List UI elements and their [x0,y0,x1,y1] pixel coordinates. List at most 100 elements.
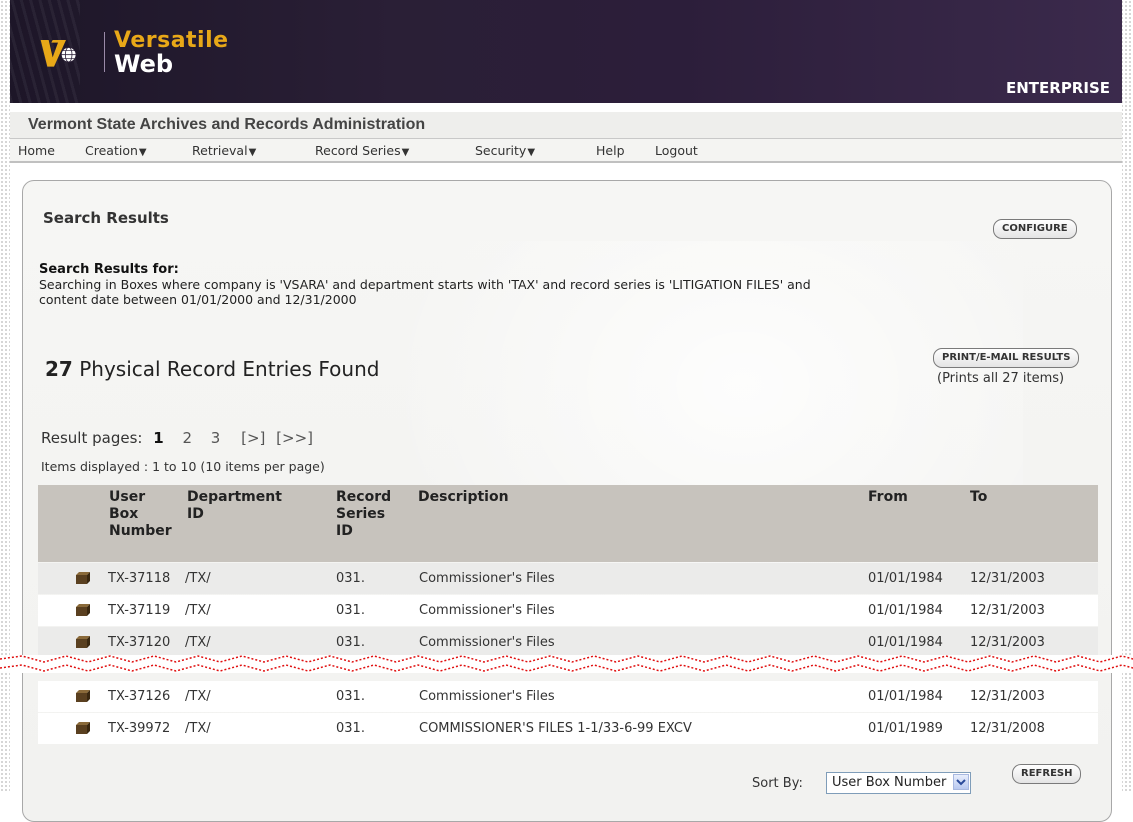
nav-security-label: Security [475,143,527,158]
nav-retrieval[interactable]: Retrieval▼ [192,143,256,158]
cell-dept: /TX/ [185,635,211,650]
col-series-l1: Record [336,489,392,505]
configure-button[interactable]: CONFIGURE [993,219,1077,239]
nav-help-label: Help [596,143,625,158]
chevron-down-icon: ▼ [527,147,536,158]
main-nav: Home Creation▼ Retrieval▼ Record Series▼… [10,139,1122,163]
refresh-button[interactable]: REFRESH [1012,764,1082,784]
page-link-2[interactable]: 2 [182,429,192,447]
app-frame: Versatile Web ENTERPRISE Vermont State A… [10,0,1122,822]
box-icon [76,636,90,648]
cell-series: 031. [336,635,365,650]
col-box-l2: Box [109,506,139,522]
col-department-id[interactable]: Department ID [187,489,282,523]
col-description[interactable]: Description [418,489,509,506]
cell-description: Commissioner's Files [419,635,555,650]
cell-series: 031. [336,603,365,618]
nav-home-label: Home [18,143,55,158]
cell-description: Commissioner's Files [419,571,555,586]
cell-box[interactable]: TX-37119 [108,603,170,618]
header-banner: Versatile Web ENTERPRISE [10,0,1122,103]
cell-from: 01/01/1984 [868,603,943,618]
org-bar: Vermont State Archives and Records Admin… [10,112,1122,139]
table-row[interactable]: TX-37126 /TX/ 031. Commissioner's Files … [38,681,1098,712]
chevron-down-icon: ▼ [248,147,257,158]
cell-dept: /TX/ [185,689,211,704]
cell-box[interactable]: TX-37120 [108,635,170,650]
col-box-l3: Number [109,523,172,539]
page-link-1[interactable]: 1 [153,429,163,447]
cell-description: Commissioner's Files [419,603,555,618]
col-record-series-id[interactable]: Record Series ID [336,489,391,540]
print-note: (Prints all 27 items) [937,371,1065,386]
col-series-l3: ID [336,523,353,539]
nav-creation-label: Creation [85,143,138,158]
nav-security[interactable]: Security▼ [475,143,535,158]
cell-series: 031. [336,571,365,586]
cell-dept: /TX/ [185,721,211,736]
cell-to: 12/31/2003 [970,635,1045,650]
cell-box[interactable]: TX-37126 [108,689,170,704]
cell-dept: /TX/ [185,571,211,586]
cell-to: 12/31/2003 [970,571,1045,586]
col-user-box-number[interactable]: User Box Number [109,489,172,540]
cell-description: Commissioner's Files [419,689,555,704]
col-dept-l2: ID [187,506,204,522]
col-to[interactable]: To [970,489,987,506]
org-name: Vermont State Archives and Records Admin… [28,116,426,133]
edition-label: ENTERPRISE [1005,79,1110,97]
cell-from: 01/01/1984 [868,635,943,650]
chevron-down-icon: ▼ [401,147,410,158]
col-dept-l1: Department [187,489,282,505]
cell-to: 12/31/2003 [970,603,1045,618]
cell-to: 12/31/2003 [970,689,1045,704]
cell-series: 031. [336,689,365,704]
page-last-link[interactable]: [>>] [276,429,313,447]
nav-logout-label: Logout [655,143,698,158]
table-row[interactable]: TX-39972 /TX/ 031. COMMISSIONER'S FILES … [38,713,1098,744]
table-row[interactable]: TX-37118 /TX/ 031. Commissioner's Files … [38,563,1098,594]
nav-record-series-label: Record Series [315,143,401,158]
cell-from: 01/01/1989 [868,721,943,736]
nav-retrieval-label: Retrieval [192,143,248,158]
cell-series: 031. [336,721,365,736]
cell-from: 01/01/1984 [868,571,943,586]
query-text-line1: Searching in Boxes where company is 'VSA… [39,277,811,292]
logo-divider [104,32,105,72]
nav-help[interactable]: Help [596,143,625,158]
col-from[interactable]: From [868,489,908,506]
cell-box[interactable]: TX-37118 [108,571,170,586]
nav-logout[interactable]: Logout [655,143,698,158]
nav-home[interactable]: Home [18,143,55,158]
sort-by-select[interactable]: User Box Number [826,772,971,794]
result-pages-label: Result pages: [41,429,143,447]
page-title: Search Results [43,209,169,227]
result-pages: Result pages: 1 2 3 [>] [>>] [41,429,313,447]
torn-edge-divider [0,655,1133,673]
sort-by-value: User Box Number [832,775,947,790]
nav-record-series[interactable]: Record Series▼ [315,143,409,158]
box-icon [76,604,90,616]
box-icon [76,572,90,584]
col-series-l2: Series [336,506,386,522]
logo: Versatile Web [38,26,228,86]
page-link-3[interactable]: 3 [211,429,221,447]
print-email-button[interactable]: PRINT/E-MAIL RESULTS [933,348,1080,368]
box-icon [76,722,90,734]
sort-by-label: Sort By: [752,776,803,791]
results-count-heading: 27 Physical Record Entries Found [45,357,379,381]
chevron-down-icon[interactable] [953,774,969,790]
cell-description: COMMISSIONER'S FILES 1-1/33-6-99 EXCV [419,721,692,736]
versatile-logo-icon [40,40,77,67]
chevron-down-icon: ▼ [138,147,147,158]
table-row[interactable]: TX-37119 /TX/ 031. Commissioner's Files … [38,595,1098,626]
page-next-link[interactable]: [>] [241,429,265,447]
items-displayed: Items displayed : 1 to 10 (10 items per … [41,459,325,474]
box-icon [76,690,90,702]
nav-creation[interactable]: Creation▼ [85,143,147,158]
table-header: User Box Number Department ID Record Ser… [38,485,1098,562]
results-for-label: Search Results for: [39,262,179,277]
table-row[interactable]: TX-37120 /TX/ 031. Commissioner's Files … [38,627,1098,658]
cell-box[interactable]: TX-39972 [108,721,170,736]
col-box-l1: User [109,489,146,505]
